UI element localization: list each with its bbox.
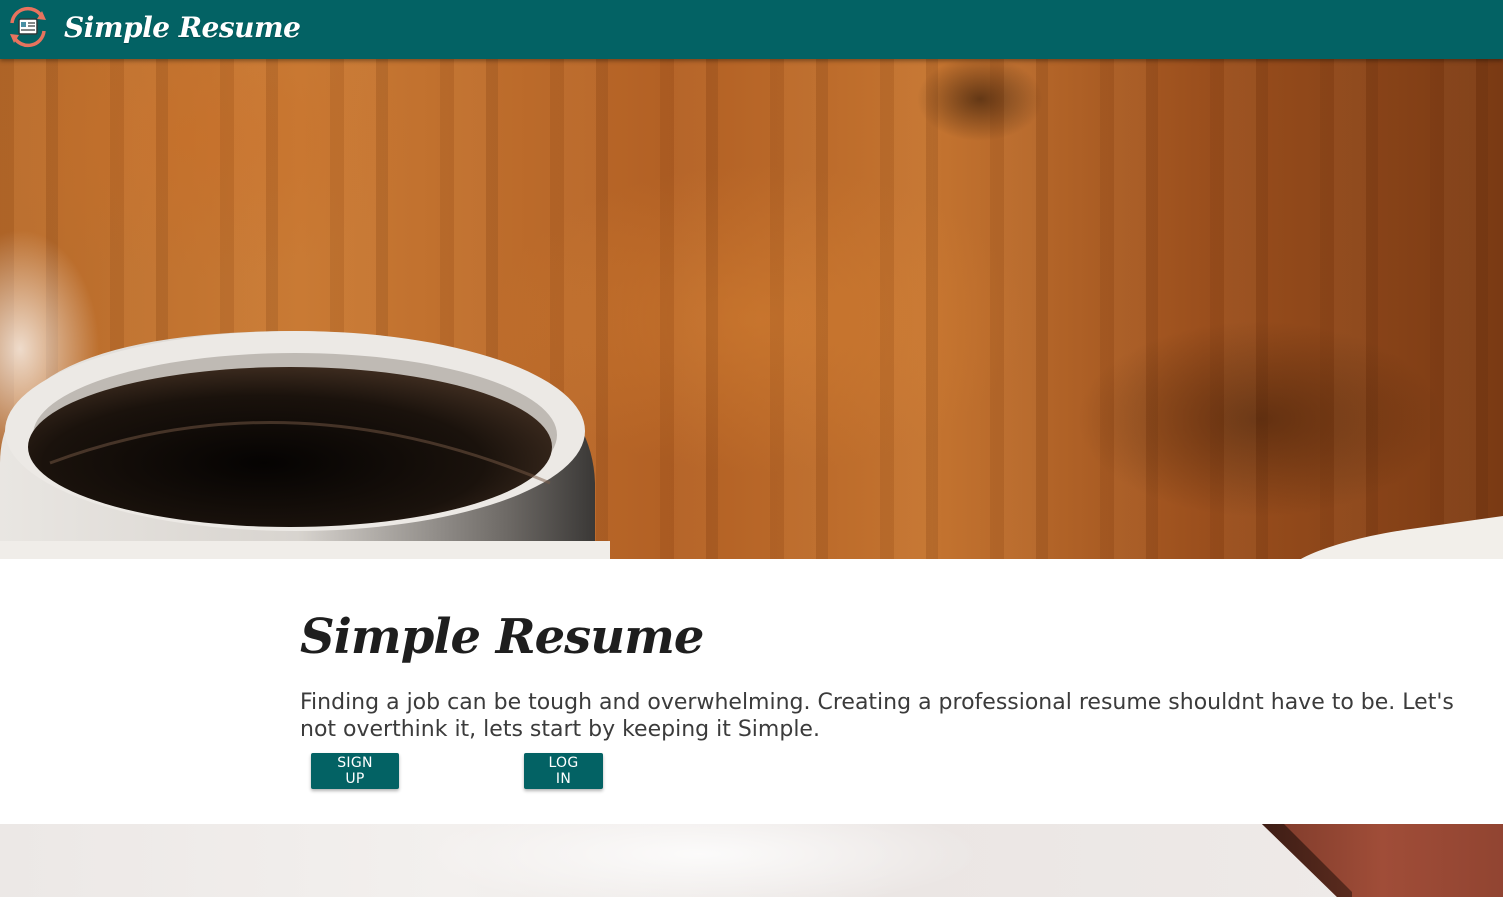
book-image [1262,824,1503,897]
top-navbar: Simple Resume [0,0,1503,59]
tagline-text: Finding a job can be tough and overwhelm… [300,690,1454,742]
sign-up-button[interactable]: SIGN UP [311,753,399,789]
hero-image [0,59,1503,559]
log-in-button[interactable]: LOG IN [524,753,603,789]
page-title: Simple Resume [300,609,704,665]
resume-logo-icon[interactable] [6,5,50,49]
footer-image [0,824,1503,897]
coffee-mug-icon [0,331,610,559]
intro-section: Simple Resume Finding a job can be tough… [0,559,1503,824]
brand-title[interactable]: Simple Resume [64,8,301,48]
